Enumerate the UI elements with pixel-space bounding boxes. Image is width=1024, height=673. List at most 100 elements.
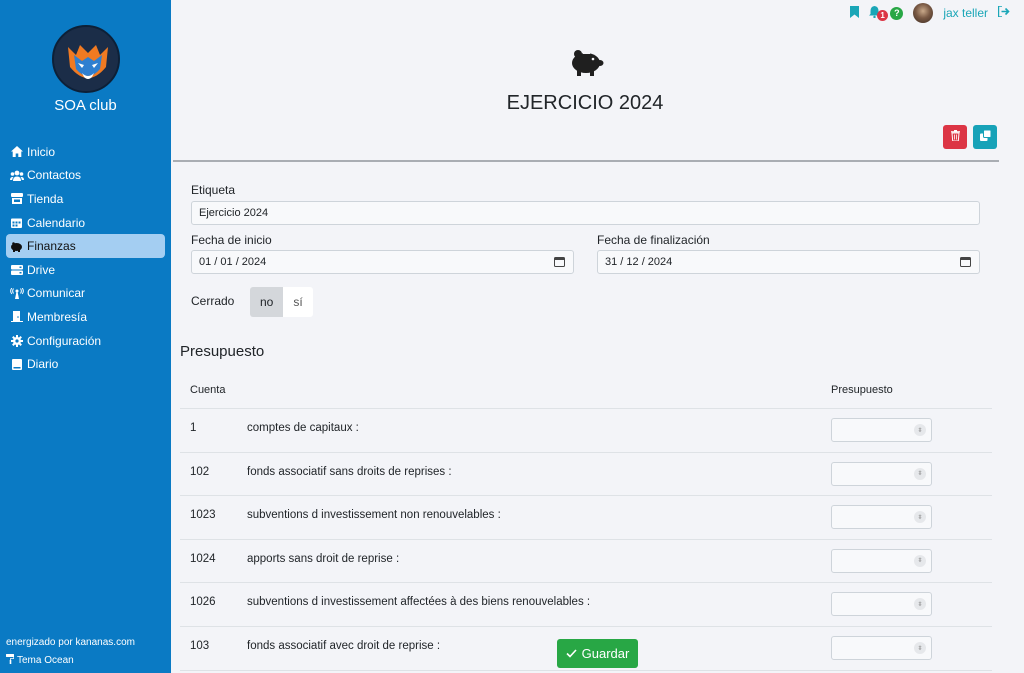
account-name: fonds associatif avec droit de reprise : [247, 640, 441, 652]
store-icon [9, 193, 24, 205]
account-name: apports sans droit de reprise : [247, 552, 400, 565]
sidebar-item-diario[interactable]: Diario [6, 352, 165, 376]
fecha-inicio-input[interactable]: 01 / 01 / 2024 [191, 250, 574, 274]
table-row: 1023 subventions d investissement non re… [180, 496, 992, 540]
label-etiqueta: Etiqueta [191, 183, 236, 197]
fecha-fin-input[interactable]: 31 / 12 / 2024 [597, 250, 980, 274]
sidebar-item-drive[interactable]: Drive [6, 258, 165, 282]
sidebar: SOA club Inicio Contactos Tienda Calenda… [0, 0, 171, 673]
sidebar-item-label: Comunicar [27, 286, 86, 301]
label-fecha-inicio: Fecha de inicio [191, 233, 272, 247]
top-bar: 1 ? jax teller [850, 3, 1010, 23]
duplicate-button[interactable] [973, 125, 997, 149]
users-icon [9, 170, 24, 181]
theme-selector[interactable]: Tema Ocean [6, 654, 74, 667]
check-icon [566, 646, 577, 661]
bookmark-icon[interactable] [850, 5, 860, 21]
sidebar-item-configuracion[interactable]: Configuración [6, 329, 165, 353]
fecha-inicio-value: 01 / 01 / 2024 [199, 256, 267, 268]
cerrado-toggle: no sí [250, 287, 313, 317]
home-icon [9, 146, 24, 158]
piggy-bank-icon [566, 44, 606, 80]
sidebar-item-label: Configuración [27, 333, 102, 348]
account-name: fonds associatif sans droits de reprises… [247, 465, 452, 478]
section-title-presupuesto: Presupuesto [180, 343, 265, 360]
spinner-icon[interactable]: ⇳ [914, 424, 926, 436]
etiqueta-input[interactable]: Ejercicio 2024 [191, 201, 980, 225]
delete-button[interactable] [943, 125, 967, 149]
door-icon [9, 311, 24, 323]
sidebar-item-label: Membresía [27, 309, 88, 324]
calendar-icon[interactable] [554, 256, 565, 270]
sidebar-item-tienda[interactable]: Tienda [6, 187, 165, 211]
sidebar-item-label: Drive [27, 262, 56, 277]
help-icon[interactable]: ? [890, 6, 904, 20]
sidebar-item-label: Finanzas [27, 239, 76, 254]
logout-icon[interactable] [997, 5, 1010, 20]
cerrado-option-si[interactable]: sí [283, 287, 313, 317]
spinner-icon[interactable]: ⇳ [914, 598, 926, 611]
spinner-icon[interactable]: ⇳ [914, 467, 926, 480]
theme-label: Tema Ocean [17, 655, 74, 666]
save-label: Guardar [581, 646, 630, 661]
sidebar-item-label: Inicio [27, 144, 56, 159]
budget-input[interactable]: ⇳ [831, 636, 932, 660]
spinner-icon[interactable]: ⇳ [914, 554, 926, 567]
piggy-bank-icon [9, 241, 24, 252]
account-name: subventions d investissement non renouve… [247, 509, 501, 522]
budget-input[interactable]: ⇳ [831, 592, 932, 617]
paint-roller-icon [6, 654, 15, 667]
club-logo[interactable] [52, 25, 120, 93]
account-code: 1024 [190, 552, 216, 565]
account-code: 1 [190, 422, 197, 434]
etiqueta-value: Ejercicio 2024 [199, 207, 269, 219]
powered-by-text: energizado por kananas.com [6, 637, 135, 648]
sidebar-item-label: Contactos [27, 168, 82, 183]
gear-icon [9, 334, 24, 347]
spinner-icon[interactable]: ⇳ [914, 511, 926, 524]
cerrado-option-no[interactable]: no [250, 287, 284, 317]
sidebar-item-comunicar[interactable]: Comunicar [6, 282, 165, 306]
calendar-icon [9, 217, 24, 229]
trash-icon [950, 130, 960, 144]
club-name: SOA club [54, 97, 117, 114]
fecha-fin-value: 31 / 12 / 2024 [605, 256, 673, 268]
user-name-link[interactable]: jax teller [943, 6, 988, 20]
drive-icon [9, 264, 24, 275]
sidebar-item-finanzas[interactable]: Finanzas [6, 234, 165, 258]
account-name: subventions d investissement affectées à… [247, 596, 591, 609]
sidebar-item-inicio[interactable]: Inicio [6, 140, 165, 164]
header-divider [173, 160, 999, 162]
account-code: 1026 [190, 596, 216, 609]
sidebar-item-label: Tienda [27, 191, 64, 206]
sidebar-item-membresia[interactable]: Membresía [6, 305, 165, 329]
budget-input[interactable]: ⇳ [831, 418, 932, 442]
budget-input[interactable]: ⇳ [831, 505, 932, 530]
account-code: 102 [190, 465, 210, 478]
broadcast-icon [9, 287, 24, 299]
account-name: comptes de capitaux : [247, 422, 359, 434]
label-cerrado: Cerrado [191, 294, 235, 308]
calendar-icon[interactable] [960, 256, 971, 270]
label-fecha-fin: Fecha de finalización [597, 233, 710, 247]
column-header-cuenta: Cuenta [190, 384, 226, 396]
column-header-presupuesto: Presupuesto [831, 384, 893, 396]
save-button[interactable]: Guardar [557, 639, 638, 668]
sidebar-nav: Inicio Contactos Tienda Calendario Finan… [6, 140, 165, 376]
sidebar-item-label: Diario [27, 357, 59, 372]
notification-badge: 1 [877, 9, 888, 21]
table-row: 102 fonds associatif sans droits de repr… [180, 453, 992, 497]
notifications-button[interactable]: 1 [869, 5, 888, 21]
account-code: 1023 [190, 509, 216, 522]
book-icon [9, 358, 24, 370]
table-row: 1 comptes de capitaux : ⇳ [180, 409, 992, 453]
sidebar-item-contactos[interactable]: Contactos [6, 164, 165, 188]
sidebar-item-calendario[interactable]: Calendario [6, 211, 165, 235]
table-row: 1024 apports sans droit de reprise : ⇳ [180, 540, 992, 584]
budget-input[interactable]: ⇳ [831, 548, 932, 573]
table-row: 1026 subventions d investissement affect… [180, 583, 992, 627]
spinner-icon[interactable]: ⇳ [914, 642, 926, 654]
copy-icon [979, 129, 991, 144]
avatar[interactable] [913, 3, 934, 23]
budget-input[interactable]: ⇳ [831, 461, 932, 486]
